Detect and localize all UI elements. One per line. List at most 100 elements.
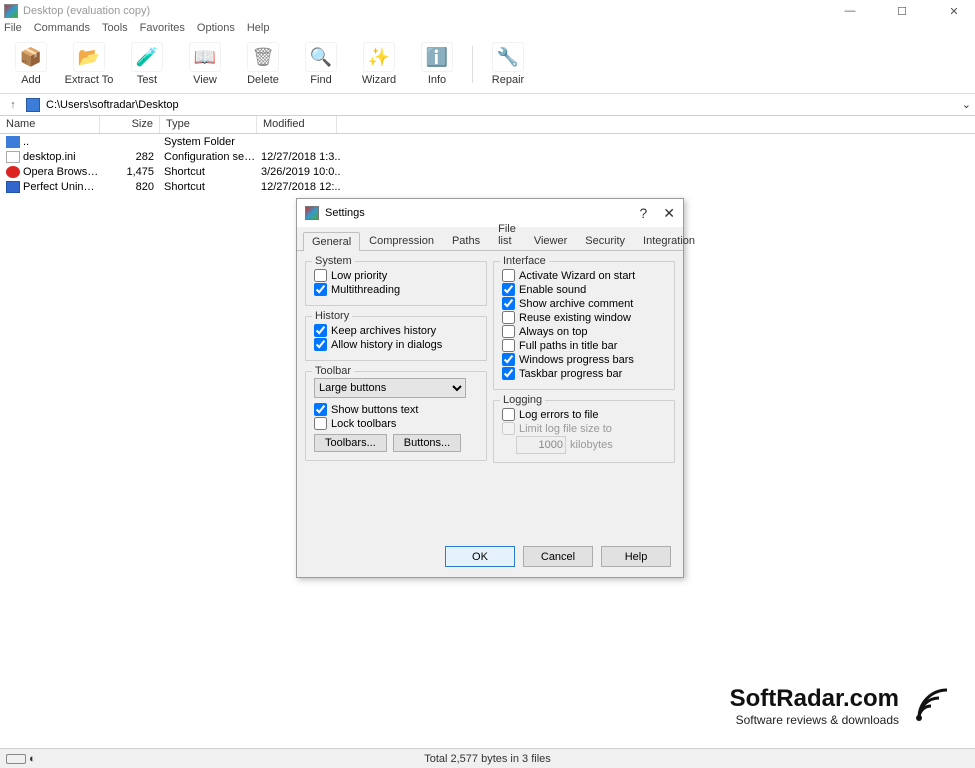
- tool-delete[interactable]: 🗑Delete: [238, 42, 288, 93]
- status-icon: [6, 754, 26, 764]
- file-columns: Name Size Type Modified: [0, 116, 975, 134]
- lbl-keep-history: Keep archives history: [331, 325, 436, 337]
- toolbar-size-select[interactable]: Large buttons: [314, 378, 466, 398]
- cancel-button[interactable]: Cancel: [523, 546, 593, 567]
- chk-show-buttons-text[interactable]: [314, 403, 327, 416]
- chk-show-comment[interactable]: [502, 297, 515, 310]
- legend-history: History: [312, 310, 352, 322]
- file-modified: 3/26/2019 10:0..: [257, 166, 352, 178]
- path-input[interactable]: [44, 98, 958, 112]
- tool-label: Test: [137, 74, 157, 86]
- tab-security[interactable]: Security: [576, 231, 634, 250]
- group-system: System Low priority Multithreading: [305, 261, 487, 306]
- menu-help[interactable]: Help: [247, 22, 270, 40]
- group-logging: Logging Log errors to file Limit log fil…: [493, 400, 675, 463]
- dialog-title: Settings: [325, 207, 365, 219]
- tool-add[interactable]: 📦Add: [6, 42, 56, 93]
- status-icon2: ◐: [29, 753, 36, 765]
- chk-log-errors[interactable]: [502, 408, 515, 421]
- file-size: 282: [100, 151, 160, 163]
- lbl-always-on-top: Always on top: [519, 326, 587, 338]
- file-name: ..: [23, 136, 100, 148]
- tool-extract-to[interactable]: 📂 Extract To: [64, 42, 114, 93]
- tool-repair[interactable]: 🔧 Repair: [483, 42, 533, 93]
- maximize-button[interactable]: ☐: [885, 5, 919, 18]
- tool-info[interactable]: ℹ️Info: [412, 42, 462, 93]
- close-button[interactable]: ✕: [937, 5, 971, 18]
- buttons-button[interactable]: Buttons...: [393, 434, 461, 452]
- settings-tabs: GeneralCompressionPathsFile listViewerSe…: [297, 229, 683, 251]
- help-button[interactable]: Help: [601, 546, 671, 567]
- settings-dialog: Settings ? ✕ GeneralCompressionPathsFile…: [296, 198, 684, 578]
- help-icon[interactable]: ?: [639, 205, 647, 222]
- col-modified[interactable]: Modified: [257, 116, 337, 133]
- menu-favorites[interactable]: Favorites: [140, 22, 185, 40]
- tool-extract-to-icon: 📂: [73, 42, 105, 72]
- tool-wizard[interactable]: ✨Wizard: [354, 42, 404, 93]
- file-type: System Folder: [160, 136, 257, 148]
- ok-button[interactable]: OK: [445, 546, 515, 567]
- legend-logging: Logging: [500, 394, 545, 406]
- tool-repair-icon: 🔧: [492, 42, 524, 72]
- col-size[interactable]: Size: [100, 116, 160, 133]
- chk-always-on-top[interactable]: [502, 325, 515, 338]
- file-modified: 12/27/2018 1:3..: [257, 151, 352, 163]
- tab-integration[interactable]: Integration: [634, 231, 704, 250]
- file-type: Shortcut: [160, 166, 257, 178]
- dialog-close-button[interactable]: ✕: [663, 205, 675, 222]
- chk-activate-wizard[interactable]: [502, 269, 515, 282]
- file-list: .. System Folderdesktop.ini282Configurati…: [0, 134, 975, 194]
- settings-pane: System Low priority Multithreading Histo…: [297, 251, 683, 467]
- file-row[interactable]: Opera Browser.lnk1,475Shortcut3/26/2019 …: [0, 164, 975, 179]
- path-dropdown[interactable]: ⌄: [962, 98, 971, 111]
- tool-label: Extract To: [65, 74, 114, 86]
- tab-general[interactable]: General: [303, 232, 360, 251]
- chk-reuse-window[interactable]: [502, 311, 515, 324]
- minimize-button[interactable]: —: [833, 5, 867, 18]
- tool-label: Find: [310, 74, 331, 86]
- chk-keep-history[interactable]: [314, 324, 327, 337]
- chk-full-paths-title[interactable]: [502, 339, 515, 352]
- tab-file-list[interactable]: File list: [489, 219, 525, 250]
- chk-low-priority[interactable]: [314, 269, 327, 282]
- lbl-show-buttons-text: Show buttons text: [331, 404, 418, 416]
- tab-viewer[interactable]: Viewer: [525, 231, 576, 250]
- chk-windows-progress[interactable]: [502, 353, 515, 366]
- file-row[interactable]: Perfect Uninstall...820Shortcut12/27/201…: [0, 179, 975, 194]
- chk-enable-sound[interactable]: [502, 283, 515, 296]
- toolbars-button[interactable]: Toolbars...: [314, 434, 387, 452]
- chk-multithreading[interactable]: [314, 283, 327, 296]
- tool-label: Repair: [492, 74, 524, 86]
- tool-find[interactable]: 🔍Find: [296, 42, 346, 93]
- toolbar-divider: [472, 46, 473, 83]
- group-interface: Interface Activate Wizard on start Enabl…: [493, 261, 675, 390]
- radar-icon: [907, 682, 955, 730]
- dialog-icon: [305, 206, 319, 220]
- menu-options[interactable]: Options: [197, 22, 235, 40]
- tool-label: Delete: [247, 74, 279, 86]
- chk-taskbar-progress[interactable]: [502, 367, 515, 380]
- tool-test[interactable]: 🧪Test: [122, 42, 172, 93]
- up-button[interactable]: ↑: [4, 99, 22, 111]
- file-modified: 12/27/2018 12:..: [257, 181, 352, 193]
- tab-paths[interactable]: Paths: [443, 231, 489, 250]
- chk-allow-history[interactable]: [314, 338, 327, 351]
- legend-interface: Interface: [500, 255, 549, 267]
- tool-label: Wizard: [362, 74, 396, 86]
- lbl-reuse-window: Reuse existing window: [519, 312, 631, 324]
- lbl-low-priority: Low priority: [331, 270, 387, 282]
- menu-file[interactable]: File: [4, 22, 22, 40]
- menu-tools[interactable]: Tools: [102, 22, 128, 40]
- chk-lock-toolbars[interactable]: [314, 417, 327, 430]
- file-row[interactable]: desktop.ini282Configuration setti..12/27…: [0, 149, 975, 164]
- menu-commands[interactable]: Commands: [34, 22, 90, 40]
- col-name[interactable]: Name: [0, 116, 100, 133]
- lbl-lock-toolbars: Lock toolbars: [331, 418, 396, 430]
- tool-view[interactable]: 📖View: [180, 42, 230, 93]
- tab-compression[interactable]: Compression: [360, 231, 443, 250]
- lbl-limit-log: Limit log file size to: [519, 423, 612, 435]
- file-name: Perfect Uninstall...: [23, 181, 100, 193]
- file-size: 820: [100, 181, 160, 193]
- file-row[interactable]: .. System Folder: [0, 134, 975, 149]
- col-type[interactable]: Type: [160, 116, 257, 133]
